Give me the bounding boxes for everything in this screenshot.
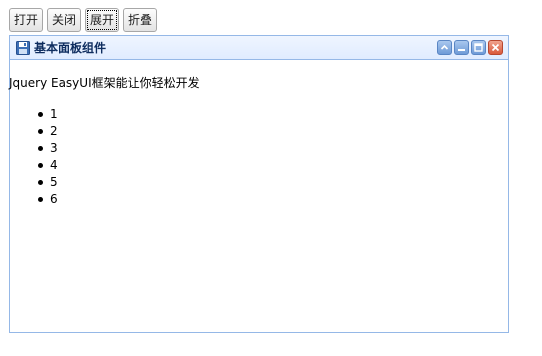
expand-button[interactable]: 展开 xyxy=(85,8,120,32)
bullet-icon xyxy=(38,197,43,202)
list-item-label: 2 xyxy=(50,124,58,138)
bullet-icon xyxy=(38,180,43,185)
collapse-button[interactable]: 折叠 xyxy=(123,8,158,32)
intro-text: Jquery EasyUI框架能让你轻松开发 xyxy=(9,76,200,90)
panel-header: 基本面板组件 xyxy=(10,36,508,60)
panel-tools xyxy=(437,40,503,55)
list-item: 2 xyxy=(38,123,58,140)
list-item-label: 6 xyxy=(50,192,58,206)
maximize-tool-icon[interactable] xyxy=(471,40,486,55)
bullet-icon xyxy=(38,129,43,134)
collapse-tool-icon[interactable] xyxy=(437,40,452,55)
basic-panel: 基本面板组件 Jquery EasyUI框架能让你轻松开发 1 2 3 4 5 … xyxy=(9,35,509,333)
minimize-tool-icon[interactable] xyxy=(454,40,469,55)
panel-title: 基本面板组件 xyxy=(34,41,107,55)
close-button[interactable]: 关闭 xyxy=(47,8,82,32)
list-item-label: 3 xyxy=(50,141,58,155)
list-item: 5 xyxy=(38,174,58,191)
toolbar: 打开 关闭 展开 折叠 xyxy=(9,8,158,32)
list-item-label: 1 xyxy=(50,107,58,121)
open-button[interactable]: 打开 xyxy=(9,8,44,32)
bullet-icon xyxy=(38,112,43,117)
list-item: 4 xyxy=(38,157,58,174)
list-item: 3 xyxy=(38,140,58,157)
close-tool-icon[interactable] xyxy=(488,40,503,55)
list-item: 6 xyxy=(38,191,58,208)
list-item-label: 5 xyxy=(50,175,58,189)
item-list: 1 2 3 4 5 6 xyxy=(38,106,58,208)
list-item: 1 xyxy=(38,106,58,123)
list-item-label: 4 xyxy=(50,158,58,172)
save-icon xyxy=(16,40,30,55)
bullet-icon xyxy=(38,163,43,168)
bullet-icon xyxy=(38,146,43,151)
